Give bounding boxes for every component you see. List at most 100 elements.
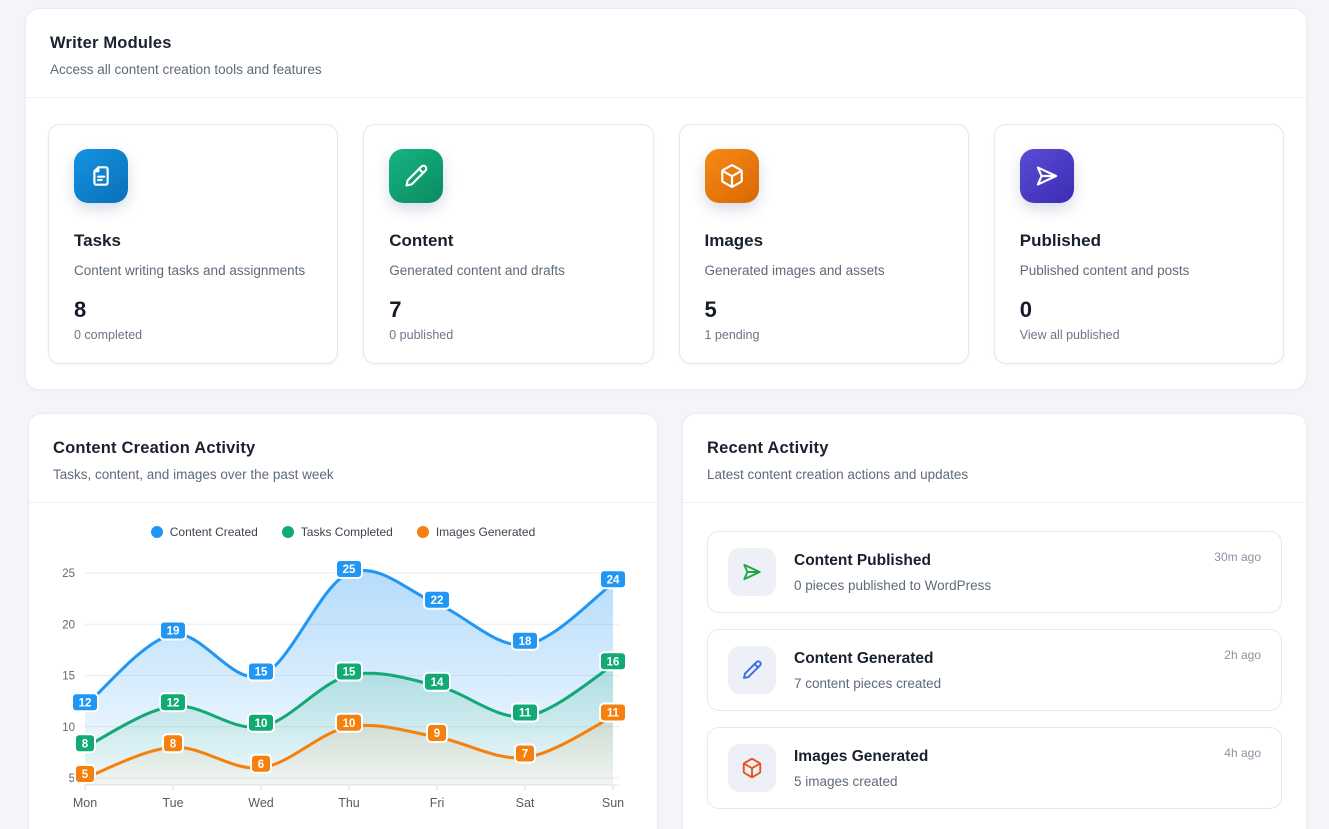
module-card-count: 8 [74,297,312,323]
module-card-content[interactable]: Content Generated content and drafts 7 0… [363,124,653,364]
module-icon-tile [705,149,759,203]
x-tick-label: Sat [516,796,535,810]
activity-icon-tile [728,744,776,792]
x-tick-label: Thu [338,796,360,810]
chart-legend: Content Created Tasks Completed Images Gen… [29,525,657,539]
data-label-value: 15 [255,667,268,679]
module-card-images[interactable]: Images Generated images and assets 5 1 p… [679,124,969,364]
data-label-value: 9 [434,728,440,740]
legend-dot [151,526,163,538]
x-tick-label: Tue [162,796,183,810]
data-label-value: 11 [607,708,620,720]
module-card-description: Published content and posts [1020,263,1258,278]
module-icon-tile [389,149,443,203]
activity-timestamp: 4h ago [1224,746,1261,760]
recent-activity-header: Recent Activity Latest content creation … [683,414,1306,503]
data-label-value: 19 [167,626,180,638]
data-label-value: 22 [431,595,444,607]
data-label-value: 25 [343,564,356,576]
file-icon [88,163,114,189]
module-card-sublabel[interactable]: 1 pending [705,328,943,342]
activity-description: 5 images created [794,774,1206,789]
x-tick-label: Wed [248,796,274,810]
x-tick-label: Mon [73,796,97,810]
data-label-value: 7 [522,749,528,761]
legend-item-images-generated[interactable]: Images Generated [417,525,535,539]
activity-body: Images Generated 5 images created [794,748,1206,789]
module-card-title: Published [1020,231,1258,251]
y-tick-label: 25 [62,568,75,580]
data-label-value: 14 [431,677,444,689]
legend-item-tasks-completed[interactable]: Tasks Completed [282,525,393,539]
legend-dot [417,526,429,538]
activity-list: Content Published 0 pieces published to … [683,503,1306,829]
module-card-description: Generated content and drafts [389,263,627,278]
writer-modules-panel: Writer Modules Access all content creati… [25,8,1307,390]
chart-subtitle: Tasks, content, and images over the past… [53,467,633,482]
module-card-count: 5 [705,297,943,323]
module-card-description: Generated images and assets [705,263,943,278]
module-card-description: Content writing tasks and assignments [74,263,312,278]
recent-activity-title: Recent Activity [707,439,1282,458]
module-card-count: 7 [389,297,627,323]
module-card-count: 0 [1020,297,1258,323]
y-tick-label: 15 [62,671,75,683]
send-icon [741,561,763,583]
data-label-value: 6 [258,759,264,771]
data-label-value: 12 [167,697,180,709]
legend-label: Content Created [170,525,258,539]
legend-item-content-created[interactable]: Content Created [151,525,258,539]
activity-title: Images Generated [794,748,1206,766]
data-label-value: 10 [255,718,268,730]
pencil-icon [403,163,429,189]
data-label-value: 15 [343,667,356,679]
activity-item[interactable]: Content Generated 7 content pieces creat… [707,629,1282,711]
y-tick-label: 20 [62,619,75,631]
writer-modules-subtitle: Access all content creation tools and fe… [50,62,1282,77]
x-tick-label: Sun [602,796,624,810]
writer-modules-title: Writer Modules [50,34,1282,53]
legend-label: Images Generated [436,525,535,539]
activity-line-chart: 252015105MonTueWedThuFriSatSun1219152522… [29,545,659,829]
cube-icon [719,163,745,189]
data-label-value: 11 [519,708,532,720]
module-card-published[interactable]: Published Published content and posts 0 … [994,124,1284,364]
legend-dot [282,526,294,538]
data-label-value: 5 [82,769,89,781]
activity-item[interactable]: Images Generated 5 images created 4h ago [707,727,1282,809]
data-label-value: 18 [519,636,532,648]
activity-item[interactable]: Content Published 0 pieces published to … [707,531,1282,613]
y-tick-label: 10 [62,722,75,734]
pencil-icon [741,659,763,681]
data-label-value: 24 [607,574,620,586]
data-label-value: 10 [343,718,356,730]
send-icon [1034,163,1060,189]
module-card-sublabel[interactable]: 0 completed [74,328,312,342]
chart-header: Content Creation Activity Tasks, content… [29,414,657,503]
data-label-value: 8 [170,738,177,750]
writer-modules-header: Writer Modules Access all content creati… [26,9,1306,98]
module-card-sublabel[interactable]: View all published [1020,328,1258,342]
module-icon-tile [1020,149,1074,203]
module-card-title: Tasks [74,231,312,251]
cube-icon [741,757,763,779]
activity-body: Content Generated 7 content pieces creat… [794,650,1206,691]
chart-title: Content Creation Activity [53,439,633,458]
recent-activity-panel: Recent Activity Latest content creation … [682,413,1307,829]
module-card-sublabel[interactable]: 0 published [389,328,627,342]
activity-icon-tile [728,646,776,694]
activity-title: Content Generated [794,650,1206,668]
activity-description: 0 pieces published to WordPress [794,578,1196,593]
activity-icon-tile [728,548,776,596]
activity-body: Content Published 0 pieces published to … [794,552,1196,593]
module-icon-tile [74,149,128,203]
activity-timestamp: 30m ago [1214,550,1261,564]
data-label-value: 12 [79,697,92,709]
activity-description: 7 content pieces created [794,676,1206,691]
recent-activity-subtitle: Latest content creation actions and upda… [707,467,1282,482]
module-card-tasks[interactable]: Tasks Content writing tasks and assignme… [48,124,338,364]
content-creation-activity-panel: Content Creation Activity Tasks, content… [28,413,658,829]
legend-label: Tasks Completed [301,525,393,539]
activity-timestamp: 2h ago [1224,648,1261,662]
module-card-title: Images [705,231,943,251]
